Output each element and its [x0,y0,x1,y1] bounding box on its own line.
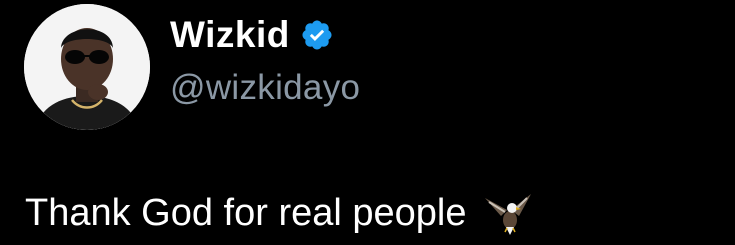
verified-badge-icon [302,20,332,50]
eagle-icon [484,194,531,235]
tweet-text-row: Thank God for real people [25,190,537,236]
tweet-card: Wizkid @wizkidayo Thank God for real peo… [0,0,735,245]
display-name[interactable]: Wizkid [170,14,290,56]
author-handle[interactable]: @wizkidayo [170,68,360,108]
profile-photo-icon [24,4,150,130]
avatar[interactable] [24,4,150,130]
author-name-row: Wizkid [170,12,334,58]
tweet-text: Thank God for real people [25,191,467,234]
